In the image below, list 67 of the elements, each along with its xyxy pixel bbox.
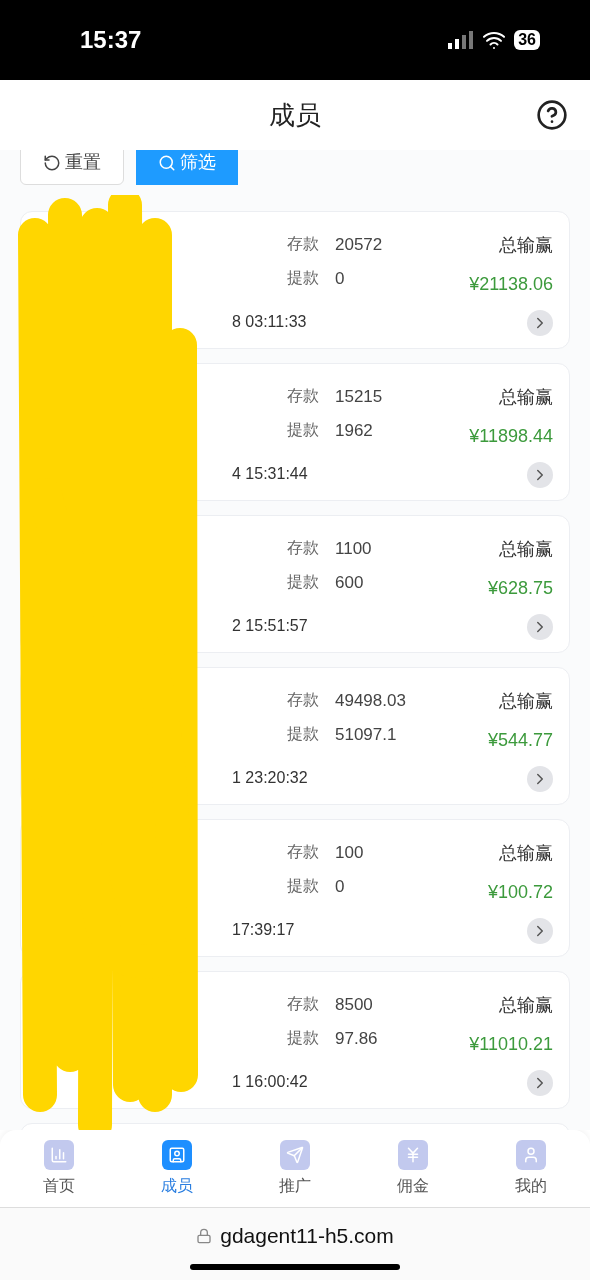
- tab-item[interactable]: 佣金: [373, 1139, 453, 1198]
- total-label: 总输赢: [499, 234, 553, 257]
- withdraw-value: 51097.1: [335, 723, 398, 746]
- register-time: 4 15:31:44: [232, 464, 308, 484]
- total-amount: ¥21138.06: [469, 273, 553, 296]
- total-amount: ¥100.72: [487, 881, 553, 904]
- withdraw-value: 0: [335, 875, 346, 898]
- chevron-right-icon[interactable]: [527, 614, 553, 640]
- deposit-label: 存款: [287, 842, 320, 862]
- chevron-right-icon[interactable]: [527, 1070, 553, 1096]
- chevron-right-icon[interactable]: [527, 918, 553, 944]
- total-amount: ¥11010.21: [469, 1033, 553, 1056]
- deposit-label: 存款: [287, 386, 320, 406]
- deposit-value: 1100: [335, 538, 373, 560]
- total-amount: ¥544.77: [487, 729, 553, 752]
- search-icon: [158, 153, 176, 172]
- withdraw-label: 提款: [287, 1027, 320, 1048]
- reset-button[interactable]: 重置: [20, 150, 124, 185]
- register-time: 2 15:51:57: [232, 616, 308, 636]
- deposit-value: 49498.03: [335, 690, 407, 712]
- tab-item[interactable]: 首页: [19, 1139, 99, 1198]
- deposit-value: 15215: [335, 386, 384, 408]
- reset-icon: [43, 153, 61, 172]
- help-icon[interactable]: [536, 99, 568, 131]
- register-time: 1 23:20:32: [232, 768, 308, 788]
- withdraw-label: 提款: [287, 419, 320, 440]
- total-amount: ¥11898.44: [469, 425, 553, 448]
- chevron-right-icon[interactable]: [527, 462, 553, 488]
- page-title: 成员: [269, 98, 321, 132]
- deposit-label: 存款: [287, 538, 320, 558]
- withdraw-value: 1962: [335, 419, 374, 442]
- chevron-right-icon[interactable]: [527, 766, 553, 792]
- withdraw-label: 提款: [287, 723, 320, 744]
- url-text[interactable]: gdagent11-h5.com: [220, 1220, 394, 1252]
- user-icon: [522, 1145, 540, 1164]
- register-time: 17:39:17: [232, 920, 295, 940]
- total-label: 总输赢: [499, 994, 553, 1017]
- total-label: 总输赢: [499, 538, 553, 561]
- withdraw-value: 0: [335, 267, 346, 290]
- deposit-label: 存款: [287, 994, 320, 1014]
- paper-plane-icon: [286, 1145, 304, 1164]
- deposit-label: 存款: [287, 234, 320, 254]
- deposit-label: 存款: [287, 690, 320, 710]
- signal-icon: [448, 31, 475, 49]
- tab-item[interactable]: 成员: [137, 1139, 217, 1198]
- deposit-value: 20572: [335, 234, 384, 256]
- deposit-value: 8500: [335, 994, 374, 1016]
- clock: 15:37: [80, 25, 142, 55]
- user-card-icon: [168, 1145, 186, 1164]
- withdraw-label: 提款: [287, 875, 320, 896]
- deposit-value: 100: [335, 842, 365, 864]
- bar-chart-icon: [50, 1145, 68, 1164]
- battery-level: 36: [514, 30, 540, 50]
- chevron-right-icon[interactable]: [527, 310, 553, 336]
- total-label: 总输赢: [499, 690, 553, 713]
- tab-item[interactable]: 我的: [491, 1139, 571, 1198]
- withdraw-label: 提款: [287, 571, 320, 592]
- total-label: 总输赢: [499, 842, 553, 865]
- total-label: 总输赢: [499, 386, 553, 409]
- register-time: 1 16:00:42: [232, 1072, 308, 1092]
- lock-icon: [196, 1227, 213, 1244]
- withdraw-label: 提款: [287, 267, 320, 288]
- tab-item[interactable]: 推广: [255, 1139, 335, 1198]
- withdraw-value: 600: [335, 571, 365, 594]
- register-time: 8 03:11:33: [232, 312, 307, 332]
- total-amount: ¥628.75: [487, 577, 553, 600]
- withdraw-value: 97.86: [335, 1027, 379, 1050]
